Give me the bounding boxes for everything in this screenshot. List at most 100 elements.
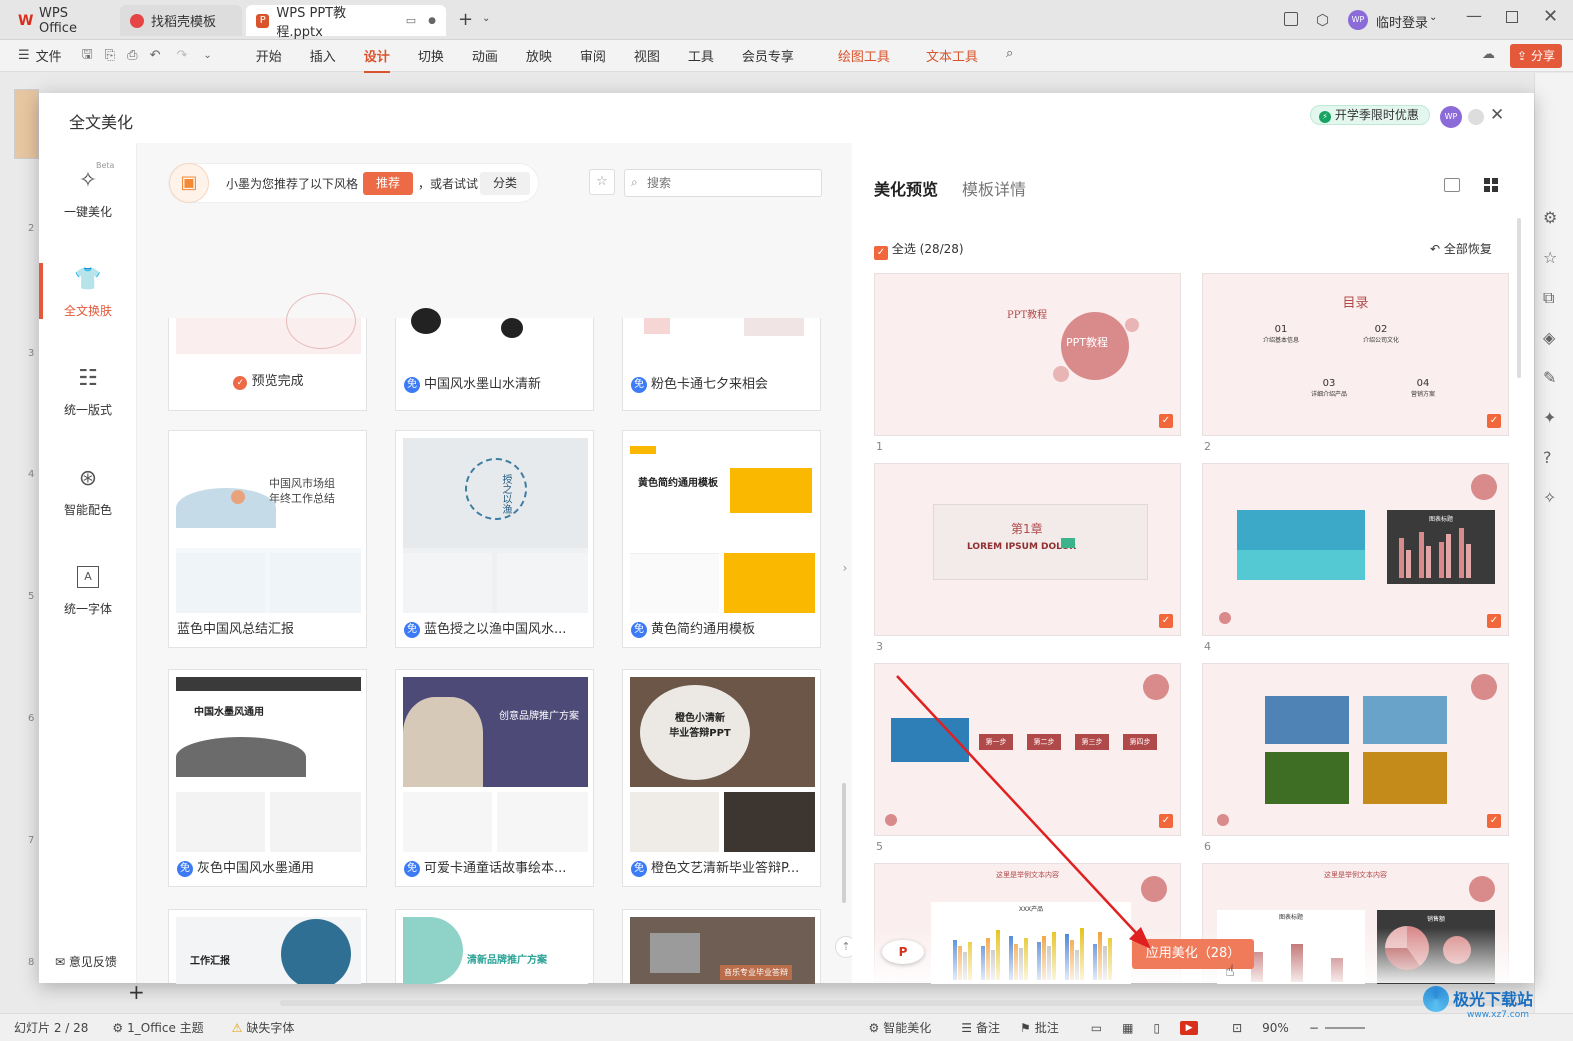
preview-slide[interactable]: 第一步 第二步 第三步 第四步 ✓	[874, 663, 1181, 836]
search-icon[interactable]: ⌕	[992, 46, 1027, 65]
undo-icon[interactable]: ↶	[150, 48, 161, 63]
zoom-level[interactable]: 90%	[1262, 1021, 1289, 1035]
template-card[interactable]: 音乐专业毕业答辩	[622, 909, 821, 984]
copy-icon[interactable]: ⧉	[1543, 288, 1554, 308]
minimize-icon[interactable]: —	[1466, 6, 1482, 25]
recommend-button[interactable]: 推荐	[363, 172, 413, 195]
puzzle-icon[interactable]: ✧	[1543, 488, 1556, 507]
shape-icon[interactable]: ◈	[1543, 328, 1555, 347]
tab-template[interactable]: 找稻壳模板	[120, 5, 242, 36]
preview-slide[interactable]: PPT教程 PPT教程 ✓	[874, 273, 1181, 436]
close-icon[interactable]: ✕	[1490, 105, 1504, 125]
sidebar-toggle-icon[interactable]	[1284, 12, 1298, 26]
user-avatar[interactable]: WP	[1440, 106, 1462, 128]
menu-view[interactable]: 视图	[620, 46, 674, 65]
menu-tools[interactable]: 工具	[674, 46, 728, 65]
hamburger-icon[interactable]: ☰	[18, 48, 30, 63]
menu-text-tools[interactable]: 文本工具	[912, 46, 992, 65]
comment-button[interactable]: 批注	[1035, 1019, 1059, 1036]
category-button[interactable]: 分类	[480, 172, 530, 195]
preview-slide[interactable]: 目录 01 介绍基本信息 02 介绍公司文化 03 详细介绍产品 04 营销方案 ✓	[1202, 273, 1509, 436]
monitor-icon[interactable]: ▭	[406, 14, 416, 27]
promo-badge[interactable]: ⚡ 开学季限时优惠	[1310, 105, 1430, 125]
zoom-out-icon[interactable]: −	[1309, 1021, 1319, 1035]
theme-label[interactable]: 1_Office 主题	[127, 1019, 203, 1036]
tab-preview[interactable]: 美化预览	[874, 176, 938, 200]
zoom-slider[interactable]	[1324, 1026, 1365, 1029]
template-card[interactable]: 工作汇报	[168, 909, 367, 984]
tab-template-detail[interactable]: 模板详情	[962, 176, 1026, 200]
user-avatar[interactable]: WP	[1348, 10, 1368, 30]
cloud-icon[interactable]: ☁	[1482, 47, 1495, 62]
chevron-down-icon[interactable]: ⌄	[203, 50, 211, 61]
collapse-arrow-icon[interactable]: ›	[837, 553, 853, 583]
share-button[interactable]: ⇪ 分享	[1510, 44, 1562, 68]
nav-smart-color[interactable]: ⊛ 智能配色	[39, 463, 137, 518]
image-view-icon[interactable]	[1444, 178, 1460, 192]
ai-icon[interactable]: ✦	[1543, 408, 1556, 427]
feedback-button[interactable]: ✉ 意见反馈	[55, 953, 117, 970]
search-input[interactable]	[647, 173, 817, 193]
menu-home[interactable]: 开始	[242, 46, 296, 65]
preview-icon[interactable]: ⎙	[127, 48, 137, 63]
settings-sliders-icon[interactable]: ⚙	[1543, 208, 1557, 227]
apply-beautify-button[interactable]: 应用美化（28）	[1132, 939, 1254, 969]
new-tab-icon[interactable]: +	[458, 9, 473, 30]
reading-view-icon[interactable]: ▯	[1153, 1021, 1160, 1035]
fit-icon[interactable]: ⊡	[1232, 1021, 1242, 1035]
checkbox-icon[interactable]: ✓	[1487, 614, 1501, 628]
preview-slide[interactable]: ✓	[1202, 663, 1509, 836]
restore-all-button[interactable]: ↶ 全部恢复	[1430, 240, 1492, 257]
template-card[interactable]: 授之以渔 免蓝色授之以渔中国风水...	[395, 430, 594, 648]
preview-slide[interactable]: 第1章 LOREM IPSUM DOLOR ✓	[874, 463, 1181, 636]
export-icon[interactable]: ⎘	[105, 48, 115, 63]
help-icon[interactable]: ?	[1543, 448, 1552, 467]
checkbox-icon[interactable]: ✓	[1159, 814, 1173, 828]
maximize-icon[interactable]	[1506, 11, 1518, 23]
normal-view-icon[interactable]: ▭	[1091, 1021, 1102, 1035]
checkbox-icon[interactable]: ✓	[1487, 414, 1501, 428]
save-icon[interactable]: 🖫	[82, 45, 93, 67]
wps-ppt-icon[interactable]: P	[882, 940, 924, 964]
menu-transition[interactable]: 切换	[404, 46, 458, 65]
scrollbar[interactable]	[842, 263, 846, 983]
add-slide-icon[interactable]: +	[128, 980, 145, 1004]
menu-drawing-tools[interactable]: 绘图工具	[824, 46, 904, 65]
preview-slide[interactable]: 图表标题 ✓	[1202, 463, 1509, 636]
chevron-down-icon[interactable]: ⌄	[482, 13, 490, 24]
horizontal-scrollbar[interactable]	[280, 1000, 1530, 1006]
nav-full-reskin[interactable]: 👕 全文换肤	[39, 264, 137, 319]
nav-unify-layout[interactable]: ☷ 统一版式	[39, 363, 137, 418]
favorite-star-icon[interactable]: ☆	[589, 169, 615, 195]
menu-design[interactable]: 设计	[350, 46, 404, 73]
search-box[interactable]: ⌕	[624, 169, 822, 197]
login-label[interactable]: 临时登录	[1376, 12, 1428, 31]
smart-beautify-button[interactable]: 智能美化	[883, 1019, 931, 1036]
template-card[interactable]: 免粉色卡通七夕来相会	[622, 318, 821, 411]
missing-font-label[interactable]: 缺失字体	[246, 1019, 294, 1036]
template-card[interactable]: 免中国风水墨山水清新	[395, 308, 594, 411]
star-icon[interactable]: ☆	[1543, 248, 1557, 267]
close-window-icon[interactable]: ✕	[1543, 6, 1558, 27]
tab-wps-office[interactable]: W WPS Office	[8, 5, 116, 36]
grid-view-icon[interactable]	[1484, 178, 1498, 192]
template-card[interactable]: 中国水墨风通用 免灰色中国风水墨通用	[168, 669, 367, 887]
sorter-view-icon[interactable]: ▦	[1122, 1021, 1133, 1035]
nav-unify-font[interactable]: A 统一字体	[39, 562, 137, 617]
slide-thumbnail[interactable]	[14, 89, 39, 159]
select-all-checkbox[interactable]: ✓ 全选 (28/28)	[874, 240, 964, 260]
redo-icon[interactable]: ↷	[176, 48, 187, 63]
menu-member[interactable]: 会员专享	[728, 46, 808, 65]
tools-icon[interactable]: ✎	[1543, 368, 1556, 387]
chevron-down-icon[interactable]: ⌄	[1429, 12, 1437, 23]
scrollbar-thumb[interactable]	[1517, 218, 1521, 378]
template-card[interactable]: 橙色小清新 毕业答辩PPT 免橙色文艺清新毕业答辩P...	[622, 669, 821, 887]
template-card[interactable]: 清新品牌推广方案	[395, 909, 594, 984]
menu-insert[interactable]: 插入	[296, 46, 350, 65]
checkbox-icon[interactable]: ✓	[1159, 614, 1173, 628]
template-card[interactable]: 中国风市场组 年终工作总结 蓝色中国风总结汇报	[168, 430, 367, 648]
menu-slideshow[interactable]: 放映	[512, 46, 566, 65]
checkbox-icon[interactable]: ✓	[1159, 414, 1173, 428]
menu-review[interactable]: 审阅	[566, 46, 620, 65]
vip-icon[interactable]	[1468, 109, 1484, 125]
